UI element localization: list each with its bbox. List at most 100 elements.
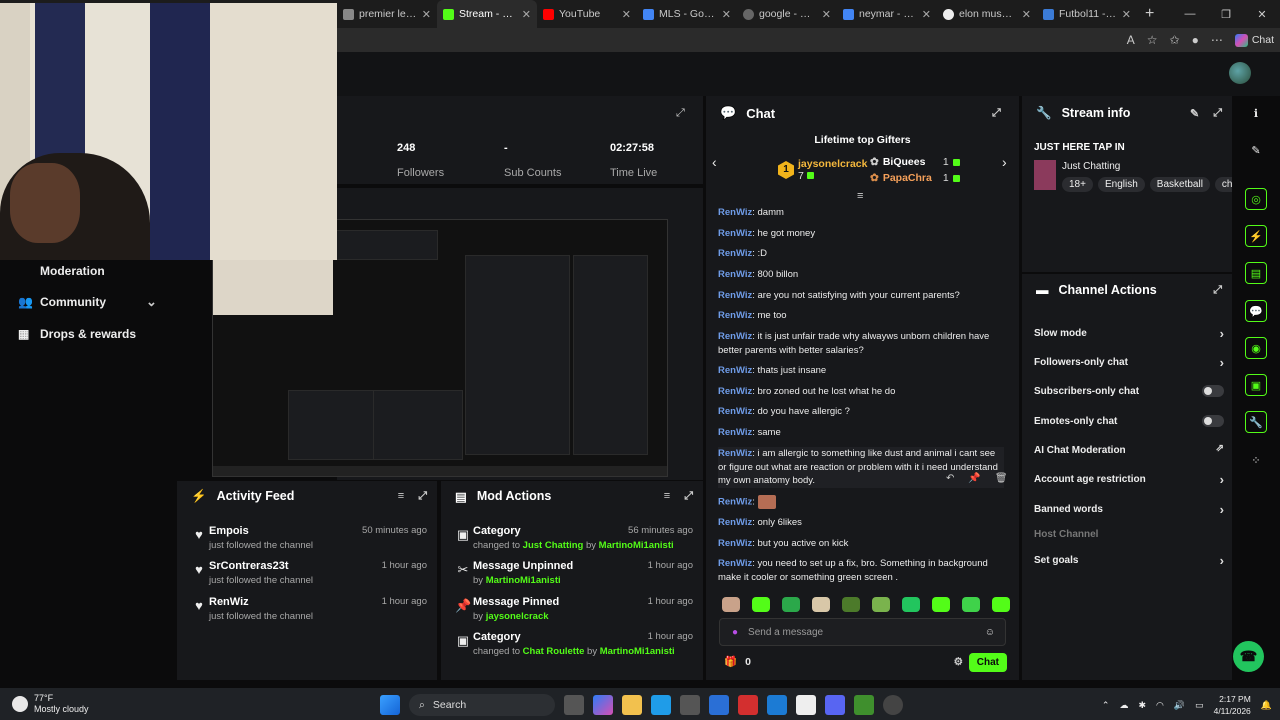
battery-icon[interactable]: ▭ [1195,700,1204,711]
action-ai-moderation[interactable]: AI Chat Moderation ⇗ [1034,443,1224,456]
help-chat-button[interactable]: ☎ [1233,641,1264,672]
new-tab-button[interactable]: + [1145,5,1154,23]
delete-icon[interactable]: 🗑 [995,473,1008,484]
bolt-icon[interactable]: ⚡ [1245,225,1267,247]
chat-message[interactable]: RenWiz: it is just unfair trade why alwa… [718,330,1004,357]
emote-icon[interactable] [932,597,950,612]
microphone-icon[interactable]: ● [732,627,738,638]
filter-icon[interactable]: ≡ [398,490,404,503]
windows-start-icon[interactable] [380,695,400,715]
messenger-icon[interactable] [796,695,816,715]
more-menu-icon[interactable]: ⋯ [1211,33,1223,47]
clock[interactable]: 2:17 PM 4/11/2026 [1214,693,1251,717]
emote-icon[interactable] [992,597,1010,612]
file-explorer-icon[interactable] [622,695,642,715]
document-icon[interactable]: ▤ [1245,262,1267,284]
expand-icon[interactable]: ⤢ [992,107,1004,119]
gift-box-icon[interactable]: 🎁 [724,655,737,668]
tab-premier-league[interactable]: premier league✕ [337,0,437,28]
maximize-icon[interactable]: ❐ [1208,0,1244,28]
chat-message[interactable]: RenWiz: bro zoned out he lost what he do [718,385,1004,399]
tab-kick-stream[interactable]: Stream - Kick Das✕ [437,0,537,28]
chat-message[interactable]: RenWiz: 800 billon [718,268,1004,282]
notification-icon[interactable]: 🔔 [1261,700,1272,711]
minimize-icon[interactable]: — [1172,0,1208,28]
chat-message[interactable]: RenWiz: you need to set up a fix, bro. S… [718,557,1004,584]
expand-icon[interactable]: ⤢ [418,490,427,503]
emote-icon[interactable] [962,597,980,612]
collapse-icon[interactable]: ≡ [857,190,863,202]
task-view-icon[interactable] [564,695,584,715]
tab-mls[interactable]: MLS - Google Se✕ [637,0,737,28]
chat-message[interactable]: RenWiz: damm [718,206,1004,220]
sidebar-item-drops[interactable]: ▦ Drops & rewards [18,327,136,341]
chat-message[interactable]: RenWiz: do you have allergic ? [718,405,1004,419]
emote-icon[interactable] [722,597,740,612]
bluetooth-icon[interactable]: ✱ [1138,700,1146,711]
pin-icon[interactable]: 📌 [968,473,980,484]
close-icon[interactable]: ✕ [922,8,931,21]
emote-icon[interactable] [812,597,830,612]
chevron-up-icon[interactable]: ⌃ [1102,700,1110,711]
emoji-icon[interactable]: ☺ [985,627,995,638]
info-icon[interactable]: ℹ [1245,102,1267,124]
pencil-icon[interactable]: ✎ [1245,139,1267,161]
close-icon[interactable]: ✕ [422,8,431,21]
close-icon[interactable]: ✕ [522,8,531,21]
emote-icon[interactable] [902,597,920,612]
tag[interactable]: English [1097,177,1145,192]
chat-message[interactable]: RenWiz: are you not satisfying with your… [718,289,1004,303]
close-icon[interactable]: ✕ [822,8,831,21]
chevron-left-icon[interactable]: ‹ [712,154,717,170]
channel-icon[interactable]: ▣ [1245,374,1267,396]
send-chat-button[interactable]: Chat [968,653,1007,672]
close-icon[interactable]: ✕ [622,8,631,21]
apps-icon[interactable]: ⁘ [1245,449,1267,471]
chat-message[interactable]: RenWiz: :D [718,247,1004,261]
onedrive-icon[interactable]: ☁ [1119,700,1128,711]
emote-icon[interactable] [752,597,770,612]
wifi-icon[interactable]: ◠ [1156,700,1164,711]
minecraft-icon[interactable] [854,695,874,715]
copilot-button[interactable]: Chat [1234,33,1274,47]
sidebar-item-moderation[interactable]: Moderation [18,264,105,278]
expand-icon[interactable]: ⤢ [1213,107,1222,120]
github-icon[interactable] [883,695,903,715]
tab-google-search[interactable]: google - Search✕ [737,0,837,28]
chat-message[interactable]: RenWiz: he got money [718,227,1004,241]
chevron-right-icon[interactable]: › [1002,154,1007,170]
expand-icon[interactable]: ⤢ [684,490,693,503]
visual-studio-icon[interactable] [709,695,729,715]
action-set-goals[interactable]: Set goals › [1034,553,1224,568]
emote-icon[interactable] [872,597,890,612]
mail-icon[interactable] [767,695,787,715]
tab-elon-musk[interactable]: elon musk childre✕ [937,0,1037,28]
profile-icon[interactable]: ● [1192,33,1199,47]
subscribers-only-toggle[interactable] [1202,385,1224,397]
user-avatar[interactable] [1229,62,1251,84]
action-followers-only[interactable]: Followers-only chat › [1034,355,1224,370]
chat-message[interactable]: RenWiz: thats just insane [718,364,1004,378]
tag[interactable]: 18+ [1062,177,1093,192]
chat-message[interactable]: RenWiz: me too [718,309,1004,323]
volume-icon[interactable]: 🔊 [1174,700,1185,711]
taskbar-search[interactable]: ⌕ Search [409,694,555,716]
action-account-age[interactable]: Account age restriction › [1034,472,1224,487]
mcafee-icon[interactable] [738,695,758,715]
action-banned-words[interactable]: Banned words › [1034,502,1224,517]
sidebar-item-community[interactable]: 👥 Community ⌄ [18,294,168,309]
emote-icon[interactable] [842,597,860,612]
close-icon[interactable]: ✕ [1122,8,1131,21]
chat-message[interactable]: RenWiz: same [718,426,1004,440]
reply-icon[interactable]: ↶ [946,473,954,484]
chat-message[interactable]: RenWiz: only 6likes [718,516,1004,530]
chat-message[interactable]: RenWiz: [718,495,1004,509]
read-aloud-icon[interactable]: A [1127,33,1135,47]
expand-icon[interactable]: ⤢ [676,107,688,119]
broadcast-icon[interactable]: ◉ [1245,337,1267,359]
favorite-star-icon[interactable]: ☆ [1147,33,1158,47]
chat-input[interactable]: ● Send a message ☺ [719,618,1006,646]
expand-icon[interactable]: ⤢ [1213,284,1222,297]
discord-icon[interactable] [825,695,845,715]
emote-icon[interactable] [782,597,800,612]
